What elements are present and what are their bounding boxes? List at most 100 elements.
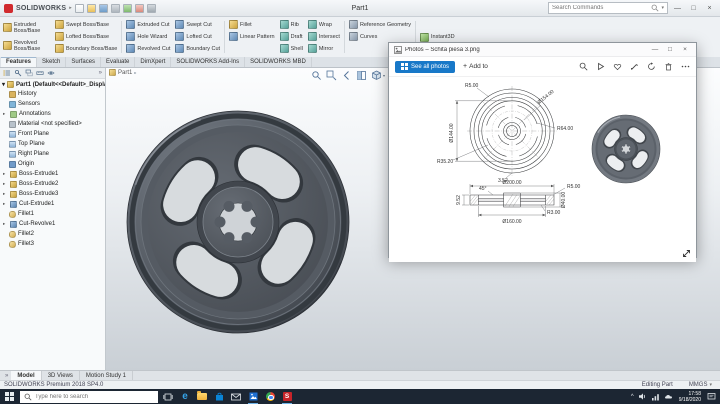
new-document-icon[interactable]: [74, 3, 84, 13]
ribbon-button-lofted-cut[interactable]: Lofted Cut: [173, 31, 222, 42]
taskbar-icon-edge[interactable]: e: [178, 389, 192, 404]
ribbon-button-revolved-boss-base[interactable]: Revolved Boss/Base: [1, 37, 52, 54]
ribbon-button-shell[interactable]: Shell: [278, 43, 305, 54]
photos-minimize-button[interactable]: [649, 43, 661, 56]
start-button[interactable]: [2, 389, 17, 404]
tree-item-boss-extrude3[interactable]: Boss-Extrude3: [1, 189, 105, 199]
ribbon-button-swept-cut[interactable]: Swept Cut: [173, 19, 222, 30]
tab-evaluate[interactable]: Evaluate: [101, 57, 136, 67]
expand-arrow-icon[interactable]: [3, 111, 8, 117]
tree-item-sensors[interactable]: Sensors: [1, 99, 105, 109]
search-scope-caret-icon[interactable]: [661, 5, 664, 11]
expand-arrow-icon[interactable]: [3, 221, 8, 227]
ribbon-button-extruded-cut[interactable]: Extruded Cut: [124, 19, 172, 30]
dimxpert-manager-tab-icon[interactable]: [36, 69, 44, 77]
network-icon[interactable]: [651, 392, 660, 401]
favorite-icon[interactable]: [613, 62, 622, 71]
expand-arrow-icon[interactable]: [3, 201, 8, 207]
tree-item-front-plane[interactable]: Front Plane: [1, 129, 105, 139]
ribbon-button-linear-pattern[interactable]: Linear Pattern: [227, 31, 277, 42]
display-manager-tab-icon[interactable]: [47, 69, 55, 77]
flyout-tree-header[interactable]: Part1: [109, 69, 136, 76]
ribbon-button-rib[interactable]: Rib: [278, 19, 305, 30]
tree-item-boss-extrude1[interactable]: Boss-Extrude1: [1, 169, 105, 179]
save-icon[interactable]: [98, 3, 108, 13]
taskbar-icon-chrome[interactable]: [263, 389, 277, 404]
photos-close-button[interactable]: [679, 43, 691, 56]
ribbon-button-swept-boss-base[interactable]: Swept Boss/Base: [53, 19, 119, 30]
tree-item-history[interactable]: History: [1, 89, 105, 99]
ribbon-button-curves[interactable]: Curves: [347, 31, 413, 42]
tree-item-fillet1[interactable]: Fillet1: [1, 209, 105, 219]
add-to-button[interactable]: Add to: [463, 63, 488, 70]
tree-item-cut-extrude1[interactable]: Cut-Extrude1: [1, 199, 105, 209]
tab-model[interactable]: Model: [11, 371, 42, 380]
volume-icon[interactable]: [638, 392, 647, 401]
photos-maximize-button[interactable]: [664, 43, 676, 56]
menu-expand-icon[interactable]: [69, 5, 72, 11]
tree-item-annotations[interactable]: Annotations: [1, 109, 105, 119]
zoom-icon[interactable]: [579, 62, 588, 71]
taskbar-search-input[interactable]: [35, 393, 154, 400]
action-center-icon[interactable]: [707, 392, 716, 401]
ribbon-button-boundary-boss-base[interactable]: Boundary Boss/Base: [53, 43, 119, 54]
panel-expand-icon[interactable]: [99, 70, 102, 76]
taskbar-icon-solidworks[interactable]: S: [280, 389, 294, 404]
onedrive-icon[interactable]: [664, 392, 673, 401]
tree-item-cut-revolve1[interactable]: Cut-Revolve1: [1, 219, 105, 229]
ribbon-button-mirror[interactable]: Mirror: [306, 43, 342, 54]
previous-view-button[interactable]: [341, 70, 352, 81]
photos-window[interactable]: Photos – Schita piesa 3.png See all phot…: [388, 42, 697, 262]
delete-icon[interactable]: [664, 62, 673, 71]
rotate-icon[interactable]: [647, 62, 656, 71]
ribbon-button-boundary-cut[interactable]: Boundary Cut: [173, 43, 222, 54]
taskbar-clock[interactable]: 17:58 9/18/2020: [677, 391, 703, 403]
see-all-photos-button[interactable]: See all photos: [395, 60, 456, 73]
tab-solidworks-add-ins[interactable]: SOLIDWORKS Add-Ins: [171, 57, 246, 67]
tab-surfaces[interactable]: Surfaces: [66, 57, 102, 67]
expand-arrow-icon[interactable]: [3, 171, 8, 177]
configuration-manager-tab-icon[interactable]: [25, 69, 33, 77]
ribbon-button-intersect[interactable]: Intersect: [306, 31, 342, 42]
section-view-button[interactable]: [356, 70, 367, 81]
taskbar-icon-file-explorer[interactable]: [195, 389, 209, 404]
command-search[interactable]: [548, 2, 668, 14]
task-view-button[interactable]: [161, 389, 175, 404]
tree-item-top-plane[interactable]: Top Plane: [1, 139, 105, 149]
tree-item-fillet3[interactable]: Fillet3: [1, 239, 105, 249]
command-search-input[interactable]: [552, 5, 650, 11]
tab-dimxpert[interactable]: DimXpert: [135, 57, 172, 67]
tab-scroll-icon[interactable]: [2, 371, 11, 380]
property-manager-tab-icon[interactable]: [14, 69, 22, 77]
ribbon-button-hole-wizard[interactable]: Hole Wizard: [124, 31, 172, 42]
ribbon-button-extruded-boss-base[interactable]: Extruded Boss/Base: [1, 19, 52, 36]
undo-icon[interactable]: [122, 3, 132, 13]
resize-handle-icon[interactable]: [682, 249, 691, 258]
tab-sketch[interactable]: Sketch: [37, 57, 67, 67]
options-icon[interactable]: [146, 3, 156, 13]
photos-titlebar[interactable]: Photos – Schita piesa 3.png: [389, 43, 696, 57]
tree-item-fillet2[interactable]: Fillet2: [1, 229, 105, 239]
ribbon-button-fillet[interactable]: Fillet: [227, 19, 277, 30]
view-orientation-button[interactable]: [371, 70, 385, 81]
tab-motion-study-1[interactable]: Motion Study 1: [80, 371, 133, 380]
tray-expand-icon[interactable]: [631, 394, 634, 400]
taskbar-icon-photos[interactable]: [246, 389, 260, 404]
feature-tree-tab-icon[interactable]: [3, 69, 11, 77]
tab-3d-views[interactable]: 3D Views: [42, 371, 80, 380]
ribbon-button-lofted-boss-base[interactable]: Lofted Boss/Base: [53, 31, 119, 42]
rebuild-icon[interactable]: [134, 3, 144, 13]
ribbon-button-wrap[interactable]: Wrap: [306, 19, 342, 30]
taskbar-icon-mail[interactable]: [229, 389, 243, 404]
tab-solidworks-mbd[interactable]: SOLIDWORKS MBD: [245, 57, 312, 67]
open-icon[interactable]: [86, 3, 96, 13]
minimize-button[interactable]: [671, 1, 684, 16]
feature-tree-root[interactable]: Part1 (Default<<Default>_Display Sta: [0, 79, 105, 89]
tree-item-boss-extrude2[interactable]: Boss-Extrude2: [1, 179, 105, 189]
ribbon-button-revolved-cut[interactable]: Revolved Cut: [124, 43, 172, 54]
edit-icon[interactable]: [630, 62, 639, 71]
taskbar-icon-store[interactable]: [212, 389, 226, 404]
tree-item-right-plane[interactable]: Right Plane: [1, 149, 105, 159]
expand-arrow-icon[interactable]: [3, 181, 8, 187]
flyout-expand-icon[interactable]: [134, 70, 136, 75]
